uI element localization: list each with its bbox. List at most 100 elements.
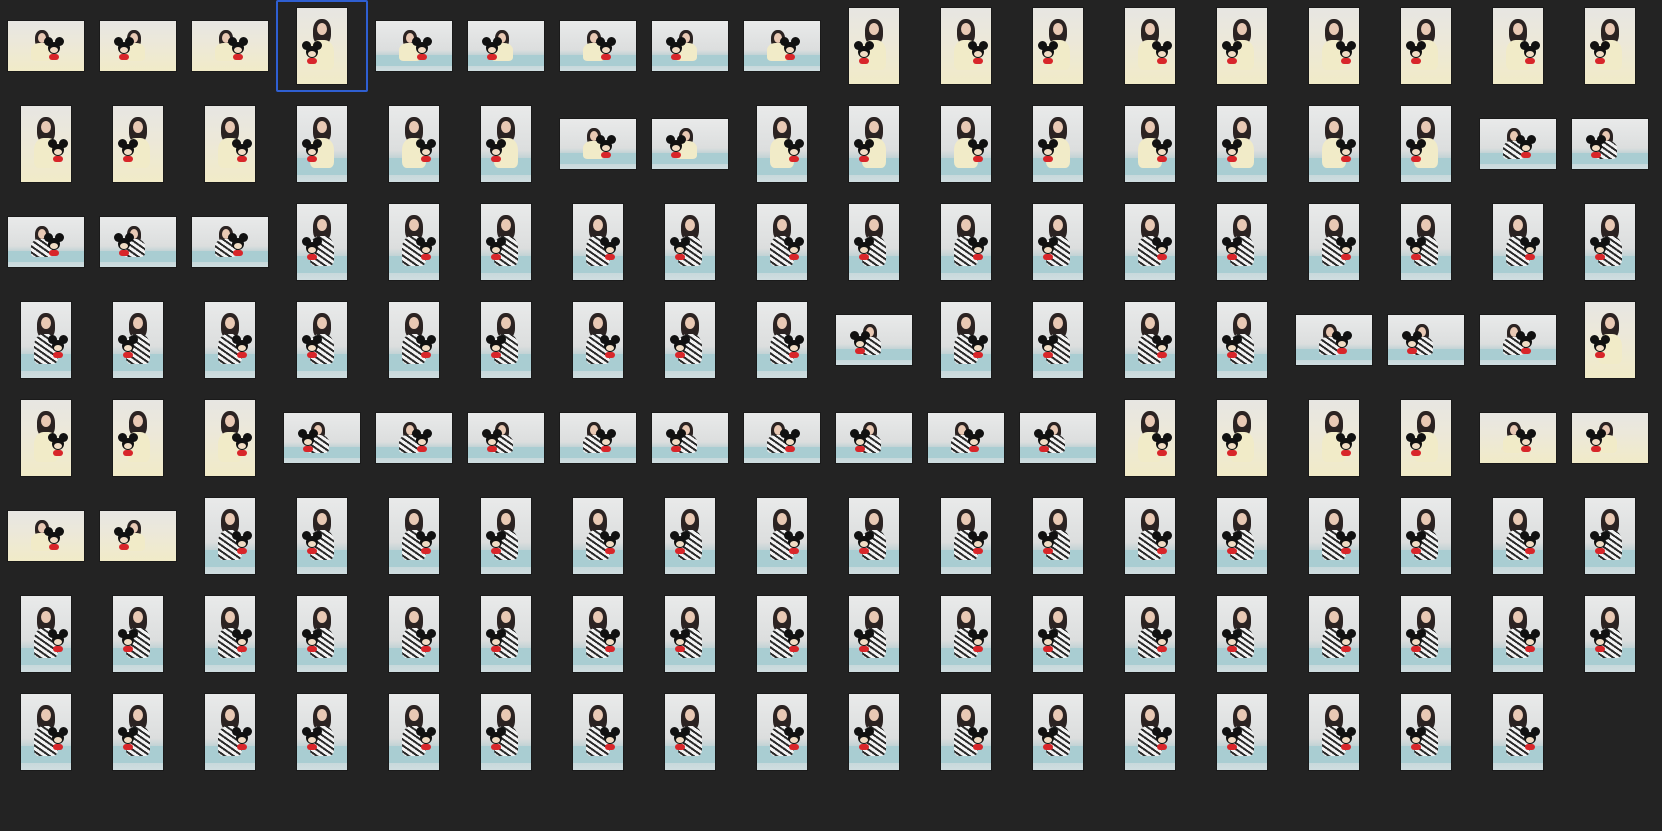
thumbnail-cell[interactable] — [1564, 490, 1656, 582]
thumbnail-cell[interactable] — [1012, 392, 1104, 484]
thumbnail-cell[interactable] — [368, 0, 460, 92]
thumbnail-cell[interactable] — [1104, 490, 1196, 582]
thumbnail-cell[interactable] — [920, 588, 1012, 680]
thumbnail-cell[interactable] — [1104, 686, 1196, 778]
thumbnail-cell[interactable] — [0, 588, 92, 680]
thumbnail-cell[interactable] — [828, 196, 920, 288]
thumbnail-cell[interactable] — [1196, 686, 1288, 778]
thumbnail-cell[interactable] — [1472, 294, 1564, 386]
thumbnail-cell[interactable] — [1104, 98, 1196, 190]
thumbnail-cell[interactable] — [644, 490, 736, 582]
thumbnail-cell[interactable] — [276, 686, 368, 778]
thumbnail-cell[interactable] — [92, 588, 184, 680]
thumbnail-cell[interactable] — [184, 196, 276, 288]
thumbnail-cell[interactable] — [92, 0, 184, 92]
thumbnail-cell[interactable] — [368, 98, 460, 190]
thumbnail-cell[interactable] — [276, 490, 368, 582]
thumbnail-cell[interactable] — [736, 98, 828, 190]
thumbnail-cell[interactable] — [184, 0, 276, 92]
thumbnail-cell[interactable] — [0, 0, 92, 92]
thumbnail-cell[interactable] — [1104, 392, 1196, 484]
thumbnail-cell[interactable] — [1196, 98, 1288, 190]
thumbnail-cell[interactable] — [184, 588, 276, 680]
thumbnail-cell[interactable] — [1380, 0, 1472, 92]
thumbnail-cell[interactable] — [644, 392, 736, 484]
thumbnail-cell[interactable] — [920, 294, 1012, 386]
thumbnail-cell[interactable] — [1472, 98, 1564, 190]
thumbnail-cell[interactable] — [276, 392, 368, 484]
thumbnail-cell[interactable] — [920, 196, 1012, 288]
thumbnail-cell[interactable] — [368, 588, 460, 680]
thumbnail-cell[interactable] — [1564, 588, 1656, 680]
thumbnail-cell[interactable] — [552, 294, 644, 386]
thumbnail-cell[interactable] — [552, 392, 644, 484]
thumbnail-cell[interactable] — [920, 490, 1012, 582]
thumbnail-cell[interactable] — [1288, 196, 1380, 288]
thumbnail-cell[interactable] — [736, 588, 828, 680]
thumbnail-cell[interactable] — [1380, 686, 1472, 778]
thumbnail-cell[interactable] — [736, 490, 828, 582]
thumbnail-cell[interactable] — [368, 686, 460, 778]
thumbnail-cell[interactable] — [1196, 0, 1288, 92]
thumbnail-cell[interactable] — [1288, 0, 1380, 92]
thumbnail-cell[interactable] — [1380, 490, 1472, 582]
thumbnail-cell[interactable] — [828, 686, 920, 778]
thumbnail-cell[interactable] — [920, 392, 1012, 484]
thumbnail-cell[interactable] — [644, 0, 736, 92]
thumbnail-cell[interactable] — [736, 392, 828, 484]
thumbnail-cell[interactable] — [184, 98, 276, 190]
thumbnail-cell[interactable] — [276, 196, 368, 288]
thumbnail-cell[interactable] — [644, 588, 736, 680]
thumbnail-cell[interactable] — [736, 196, 828, 288]
thumbnail-cell[interactable] — [1472, 196, 1564, 288]
thumbnail-cell[interactable] — [1104, 196, 1196, 288]
thumbnail-cell[interactable] — [1472, 392, 1564, 484]
thumbnail-cell[interactable] — [0, 392, 92, 484]
thumbnail-cell[interactable] — [736, 294, 828, 386]
thumbnail-cell[interactable] — [1012, 686, 1104, 778]
thumbnail-cell[interactable] — [1564, 392, 1656, 484]
thumbnail-cell[interactable] — [1104, 294, 1196, 386]
thumbnail-cell[interactable] — [1288, 98, 1380, 190]
thumbnail-cell[interactable] — [1012, 0, 1104, 92]
thumbnail-cell[interactable] — [92, 490, 184, 582]
thumbnail-cell[interactable] — [276, 0, 368, 92]
thumbnail-cell[interactable] — [92, 294, 184, 386]
thumbnail-cell[interactable] — [1380, 588, 1472, 680]
thumbnail-cell[interactable] — [0, 686, 92, 778]
thumbnail-cell[interactable] — [460, 0, 552, 92]
thumbnail-cell[interactable] — [184, 490, 276, 582]
thumbnail-cell[interactable] — [1104, 588, 1196, 680]
thumbnail-cell[interactable] — [920, 686, 1012, 778]
thumbnail-cell[interactable] — [460, 196, 552, 288]
thumbnail-cell[interactable] — [1472, 588, 1564, 680]
thumbnail-cell[interactable] — [736, 0, 828, 92]
thumbnail-cell[interactable] — [184, 392, 276, 484]
thumbnail-cell[interactable] — [644, 196, 736, 288]
thumbnail-cell[interactable] — [368, 196, 460, 288]
thumbnail-cell[interactable] — [1012, 588, 1104, 680]
thumbnail-cell[interactable] — [1564, 294, 1656, 386]
thumbnail-cell[interactable] — [1288, 294, 1380, 386]
thumbnail-cell[interactable] — [1012, 98, 1104, 190]
thumbnail-cell[interactable] — [1472, 490, 1564, 582]
thumbnail-cell[interactable] — [92, 686, 184, 778]
thumbnail-cell[interactable] — [1288, 490, 1380, 582]
thumbnail-cell[interactable] — [368, 294, 460, 386]
thumbnail-cell[interactable] — [460, 490, 552, 582]
thumbnail-cell[interactable] — [1380, 294, 1472, 386]
thumbnail-cell[interactable] — [1012, 196, 1104, 288]
thumbnail-cell[interactable] — [1472, 0, 1564, 92]
thumbnail-cell[interactable] — [1288, 686, 1380, 778]
thumbnail-cell[interactable] — [1288, 588, 1380, 680]
thumbnail-cell[interactable] — [552, 98, 644, 190]
thumbnail-cell[interactable] — [1288, 392, 1380, 484]
thumbnail-cell[interactable] — [828, 0, 920, 92]
thumbnail-cell[interactable] — [1104, 0, 1196, 92]
thumbnail-cell[interactable] — [276, 294, 368, 386]
thumbnail-cell[interactable] — [736, 686, 828, 778]
thumbnail-cell[interactable] — [552, 686, 644, 778]
thumbnail-cell[interactable] — [0, 490, 92, 582]
thumbnail-cell[interactable] — [1196, 196, 1288, 288]
thumbnail-cell[interactable] — [920, 98, 1012, 190]
